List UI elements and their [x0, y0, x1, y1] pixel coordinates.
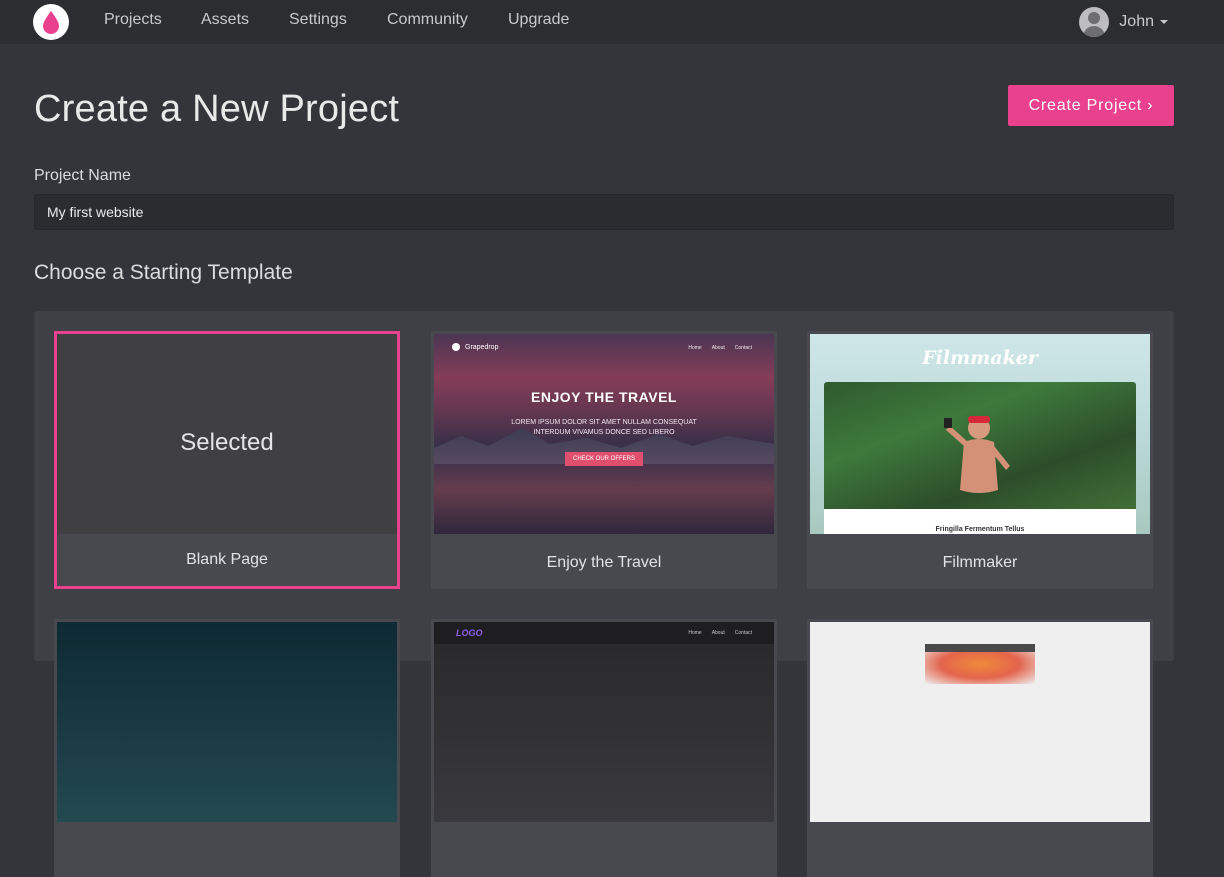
preview-title: Filmmaker: [922, 347, 1038, 369]
template-section-title: Choose a Starting Template: [34, 261, 293, 284]
template-thumbnail: LOGO Home About Contact: [434, 622, 774, 822]
nav-assets[interactable]: Assets: [201, 11, 249, 29]
preview-links: Home About Contact: [688, 345, 752, 351]
project-name-label: Project Name: [34, 167, 131, 184]
template-thumbnail: [810, 622, 1150, 822]
template-caption: Filmmaker: [942, 554, 1018, 571]
template-thumbnail: Grapedrop Home About Contact ENJOY THE T…: [434, 334, 774, 534]
preview-logo: LOGO: [456, 628, 483, 638]
template-thumbnail: Filmmaker Fringilla Fermentum Tellus: [810, 334, 1150, 534]
chevron-down-icon: [1160, 20, 1168, 24]
create-project-button[interactable]: Create Project ›: [1008, 85, 1174, 126]
template-card-row2-1[interactable]: [54, 619, 400, 877]
nav-projects[interactable]: Projects: [104, 11, 162, 29]
template-caption: Enjoy the Travel: [546, 554, 662, 571]
preview-button: CHECK OUR OFFERS: [565, 452, 643, 466]
preview-heading: ENJOY THE TRAVEL: [531, 389, 677, 405]
nav-community[interactable]: Community: [387, 11, 468, 29]
drop-icon: [43, 11, 59, 34]
preview-subcaption: Fringilla Fermentum Tellus: [935, 526, 1025, 533]
nav-upgrade[interactable]: Upgrade: [508, 11, 569, 29]
app-logo[interactable]: [33, 4, 69, 40]
project-name-input[interactable]: [34, 194, 1174, 230]
preview-brand: Grapedrop: [452, 343, 498, 351]
template-thumbnail: [57, 622, 397, 822]
preview-subtext: LOREM IPSUM DOLOR SIT AMET NULLAM CONSEQ…: [511, 419, 697, 436]
template-card-filmmaker[interactable]: Filmmaker Fringilla Fermentum Tellus Fil…: [807, 331, 1153, 589]
template-card-travel[interactable]: Grapedrop Home About Contact ENJOY THE T…: [431, 331, 777, 589]
user-menu[interactable]: John: [1079, 6, 1168, 38]
template-thumbnail: Selected: [57, 334, 397, 534]
template-card-row2-2[interactable]: LOGO Home About Contact: [431, 619, 777, 877]
brand-drop-icon: [452, 343, 460, 351]
template-grid: Selected Blank Page Grapedrop Home About…: [34, 311, 1174, 877]
page-title: Create a New Project: [34, 88, 400, 130]
user-name: John: [1119, 13, 1154, 30]
template-caption: Blank Page: [186, 551, 268, 568]
template-card-blank[interactable]: Selected Blank Page: [54, 331, 400, 589]
template-card-row2-3[interactable]: [807, 619, 1153, 877]
nav-settings[interactable]: Settings: [289, 11, 347, 29]
top-navbar: Projects Assets Settings Community Upgra…: [0, 0, 1224, 44]
selected-label: Selected: [180, 429, 274, 456]
preview-links: Home About Contact: [688, 630, 752, 636]
avatar: [1079, 7, 1110, 37]
